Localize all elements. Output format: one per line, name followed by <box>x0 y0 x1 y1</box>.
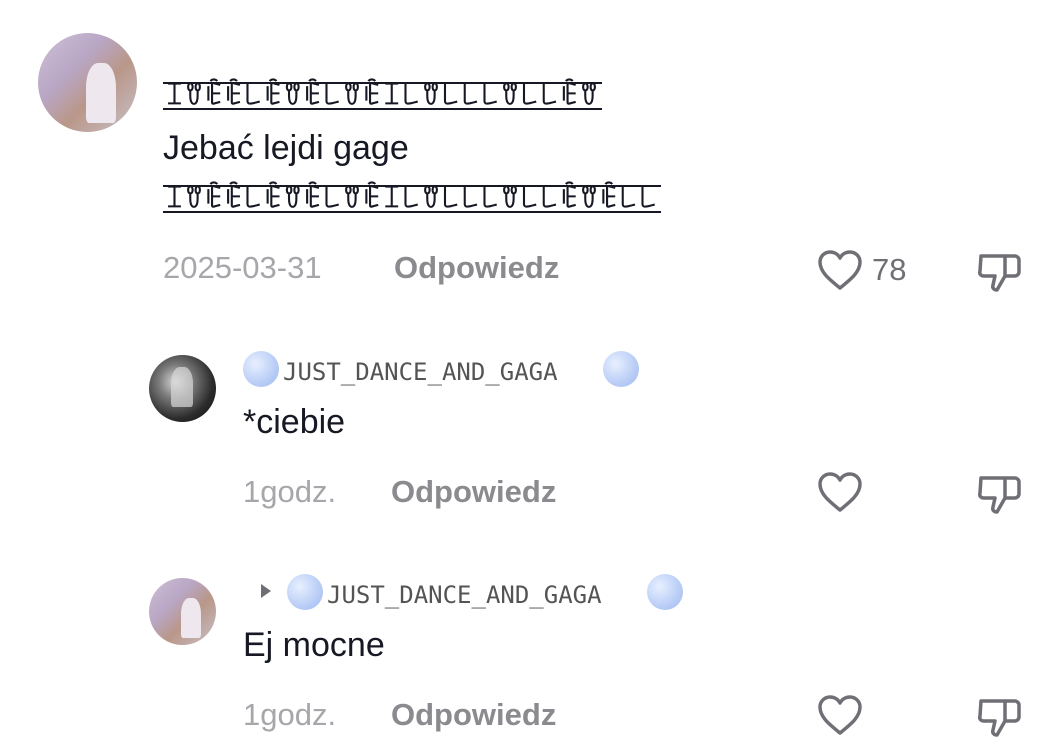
reply-button[interactable]: Odpowiedz <box>391 474 556 510</box>
comment-username-decorated[interactable]: ꀤꀎꍟꍟ꒒ꍟꀎꍟ꒒ꀎꍟꀤ꒒ꀎ꒒꒒꒒ꀎ꒒꒒ꍟꀎ <box>163 82 602 110</box>
comment-text: Jebać lejdi gage <box>163 129 409 167</box>
thumbs-down-icon[interactable] <box>975 691 1023 739</box>
reply-time: 1godz. <box>243 697 337 732</box>
heart-outline-icon[interactable] <box>817 694 863 736</box>
reply-avatar[interactable] <box>149 578 216 645</box>
reply-text: *ciebie <box>243 403 346 441</box>
commenter-avatar[interactable] <box>38 33 137 132</box>
reply-avatar[interactable] <box>149 355 216 422</box>
reply-to-username[interactable]: JUST_DANCE_AND_GAGA <box>327 581 602 609</box>
reply-text: Ej mocne <box>243 626 385 664</box>
like-count: 78 <box>872 252 907 287</box>
heart-outline-icon[interactable] <box>817 249 863 291</box>
blue-circle-emoji <box>287 574 323 610</box>
blue-circle-emoji <box>647 574 683 610</box>
reply-button[interactable]: Odpowiedz <box>394 250 559 286</box>
blue-circle-emoji <box>603 351 639 387</box>
heart-outline-icon[interactable] <box>817 471 863 513</box>
comment-date: 2025-03-31 <box>163 250 322 285</box>
reply-button[interactable]: Odpowiedz <box>391 697 556 733</box>
blue-circle-emoji <box>243 351 279 387</box>
avatar-figure <box>181 598 201 638</box>
reply-time: 1godz. <box>243 474 337 509</box>
thumbs-down-icon[interactable] <box>975 246 1023 294</box>
comment-decoration: ꀤꀎꍟꍟ꒒ꍟꀎꍟ꒒ꀎꍟꀤ꒒ꀎ꒒꒒꒒ꀎ꒒꒒ꍟꀎꍟ꒒꒒ <box>163 185 661 213</box>
reply-username[interactable]: JUST_DANCE_AND_GAGA <box>283 358 558 386</box>
avatar-figure <box>86 63 116 123</box>
thumbs-down-icon[interactable] <box>975 468 1023 516</box>
caret-right-icon <box>261 584 271 598</box>
avatar-figure <box>171 367 193 407</box>
